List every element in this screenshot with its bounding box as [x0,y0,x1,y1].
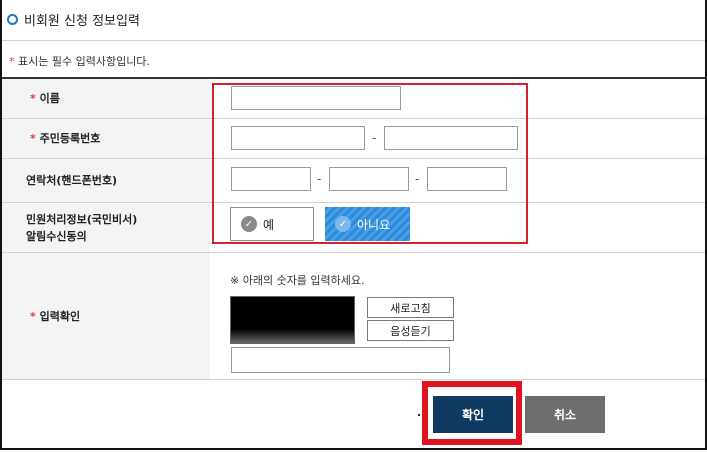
label-phone: 연락처(핸드폰번호) [2,159,210,202]
dot-marker [418,414,420,416]
captcha-audio-button[interactable]: 음성듣기 [367,320,454,341]
required-note-text: 표시는 필수 입력사항입니다. [14,55,150,68]
title-divider [2,40,705,41]
captcha-image [230,296,355,344]
required-star: * [30,132,36,145]
label-resident-number: * 주민등록번호 [2,119,210,158]
label-resident-number-text: 주민등록번호 [39,132,101,145]
cancel-button[interactable]: 취소 [525,396,605,433]
title-row: 비회원 신청 정보입력 [7,10,140,29]
required-star: * [30,309,36,323]
label-captcha-text: 입력확인 [39,309,81,323]
label-consent-line1: 민원처리정보(국민비서) [26,212,138,226]
highlight-box-inputs [212,83,528,244]
label-phone-text: 연락처(핸드폰번호) [26,174,118,187]
label-consent: 민원처리정보(국민비서) 알림수신동의 [2,203,210,252]
label-captcha: * 입력확인 [2,253,210,379]
required-note: * 표시는 필수 입력사항입니다. [9,53,150,69]
circle-bullet-icon [7,14,18,25]
label-name: * 이름 [2,79,210,118]
captcha-refresh-button[interactable]: 새로고침 [367,297,454,318]
label-consent-line2: 알림수신동의 [26,229,87,243]
captcha-instruction: ※ 아래의 숫자를 입력하세요. [230,274,365,287]
label-name-text: 이름 [39,92,60,105]
captcha-input[interactable] [231,347,450,373]
page-title: 비회원 신청 정보입력 [24,14,140,29]
highlight-box-confirm [422,381,522,445]
required-star: * [30,92,36,105]
